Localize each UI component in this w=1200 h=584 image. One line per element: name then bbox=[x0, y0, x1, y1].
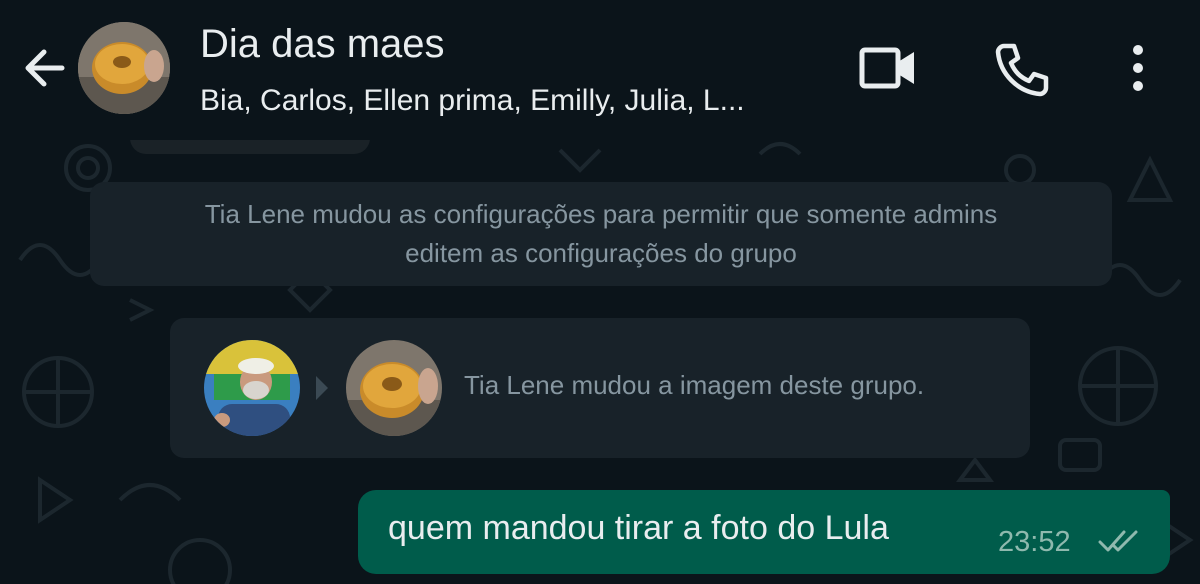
message-text: quem mandou tirar a foto do Lula bbox=[388, 509, 889, 547]
outgoing-message[interactable]: quem mandou tirar a foto do Lula 23:52 bbox=[358, 490, 1170, 574]
back-button[interactable] bbox=[18, 44, 74, 92]
phone-icon bbox=[995, 43, 1049, 97]
menu-button[interactable] bbox=[1110, 38, 1166, 98]
group-avatar[interactable] bbox=[78, 22, 170, 114]
double-check-icon bbox=[1098, 530, 1138, 552]
system-message-image-change: Tia Lene mudou a imagem deste grupo. bbox=[170, 318, 1030, 458]
system-message-line: editem as configurações do grupo bbox=[405, 238, 797, 268]
image-change-text: Tia Lene mudou a imagem deste grupo. bbox=[464, 370, 925, 400]
arrow-right-icon bbox=[316, 376, 328, 400]
arrow-left-icon bbox=[25, 49, 65, 87]
group-title[interactable]: Dia das maes bbox=[200, 22, 445, 67]
system-message-settings: Tia Lene mudou as configurações para per… bbox=[90, 182, 1112, 286]
video-camera-icon bbox=[859, 47, 914, 89]
kebab-menu-icon bbox=[1133, 45, 1143, 91]
message-time: 23:52 bbox=[998, 526, 1071, 558]
chat-header: Dia das maes Bia, Carlos, Ellen prima, E… bbox=[0, 0, 1200, 140]
old-group-photo[interactable] bbox=[204, 340, 300, 436]
video-call-button[interactable] bbox=[856, 38, 920, 98]
chat-area[interactable]: Tia Lene mudou as configurações para per… bbox=[0, 140, 1200, 584]
system-message-line: Tia Lene mudou as configurações para per… bbox=[204, 199, 998, 229]
previous-message-edge bbox=[130, 140, 370, 154]
group-participants[interactable]: Bia, Carlos, Ellen prima, Emilly, Julia,… bbox=[200, 84, 745, 118]
new-group-photo[interactable] bbox=[346, 340, 442, 436]
voice-call-button[interactable] bbox=[990, 38, 1054, 98]
